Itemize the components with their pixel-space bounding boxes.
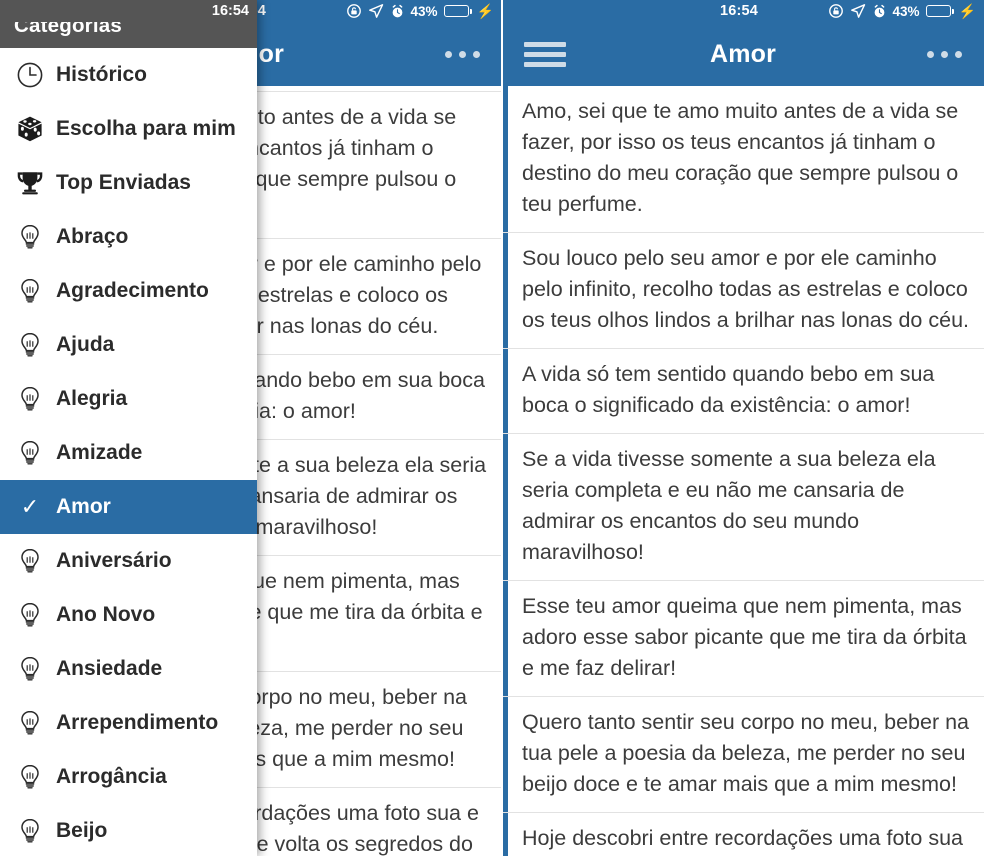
rotation-lock-icon [346,3,362,19]
drawer-item-label: Agradecimento [56,279,209,302]
drawer-item-label: Abraço [56,225,129,248]
drawer-item-top-enviadas[interactable]: Top Enviadas [0,156,257,210]
list-item[interactable]: Sou louco pelo seu amor e por ele caminh… [502,233,984,349]
panel-divider [501,0,503,856]
overflow-menu-icon[interactable] [920,50,962,58]
quote-text: Amo, sei que te amo muito antes de a vid… [522,99,959,216]
drawer-item-label: Ansiedade [56,657,163,680]
drawer-item-label: Amizade [56,441,143,464]
battery-icon [443,5,472,17]
battery-icon [925,5,954,17]
drawer-status-bar: 16:54 [0,0,257,22]
quote-text: Esse teu amor queima que nem pimenta, ma… [522,594,967,680]
list-item[interactable]: Esse teu amor queima que nem pimenta, ma… [502,581,984,697]
drawer-item-label: Ano Novo [56,603,156,626]
list-item[interactable]: Se a vida tivesse somente a sua beleza e… [502,434,984,581]
lightbulb-icon [8,655,52,683]
list-item[interactable]: Amo, sei que te amo muito antes de a vid… [502,86,984,233]
drawer-item-label: Top Enviadas [56,171,191,194]
drawer-item-historico[interactable]: Histórico [0,48,257,102]
drawer-item-label: Aniversário [56,549,172,572]
alarm-clock-icon [872,4,887,19]
lightbulb-icon [8,331,52,359]
drawer-item-amor[interactable]: ✓ Amor [0,480,257,534]
status-bar-right: 16:54 43% ⚡ [502,0,984,22]
location-arrow-icon [368,3,384,19]
list-item[interactable]: Quero tanto sentir seu corpo no meu, beb… [502,697,984,813]
lightbulb-icon [8,763,52,791]
list-item[interactable]: A vida só tem sentido quando bebo em sua… [502,349,984,434]
drawer-item-ano-novo[interactable]: Ano Novo [0,588,257,642]
lightbulb-icon [8,439,52,467]
drawer-item-aniversario[interactable]: Aniversário [0,534,257,588]
app-bar-right: Amor [502,22,984,86]
list-item[interactable]: Hoje descobri entre recordações uma foto… [502,813,984,856]
drawer-item-list[interactable]: Histórico Escolha para mim Top Enviadas Abr… [0,48,257,856]
clock-icon [8,61,52,89]
check-icon: ✓ [20,494,40,519]
quote-text: Quero tanto sentir seu corpo no meu, beb… [522,710,969,796]
drawer-item-label: Amor [56,495,111,518]
navigation-drawer[interactable]: 16:54 Categorias Histórico Escolha para m… [0,0,257,856]
drawer-item-label: Beijo [56,819,108,842]
status-bar-time: 16:54 [719,3,759,19]
quote-text: A vida só tem sentido quando bebo em sua… [522,362,935,417]
drawer-status-time: 16:54 [211,3,249,19]
drawer-item-ansiedade[interactable]: Ansiedade [0,642,257,696]
hamburger-icon[interactable] [524,37,566,72]
drawer-item-abraco[interactable]: Abraço [0,210,257,264]
screenshot-panel-left: 16:54 [0,0,502,856]
alarm-clock-icon [390,4,405,19]
rotation-lock-icon [828,3,844,19]
location-arrow-icon [850,3,866,19]
drawer-item-agradecimento[interactable]: Agradecimento [0,264,257,318]
charging-bolt-icon: ⚡ [476,3,494,19]
battery-percent-label: 43% [892,3,920,19]
drawer-item-label: Arrogância [56,765,167,788]
lightbulb-icon [8,385,52,413]
drawer-item-escolha-para-mim[interactable]: Escolha para mim [0,102,257,156]
quote-text: Hoje descobri entre recordações uma foto… [522,826,963,850]
lightbulb-icon [8,547,52,575]
drawer-item-ajuda[interactable]: Ajuda [0,318,257,372]
dice-icon [8,115,52,143]
drawer-item-label: Alegria [56,387,128,410]
drawer-item-amizade[interactable]: Amizade [0,426,257,480]
drawer-item-label: Histórico [56,63,148,86]
trophy-icon [8,169,52,197]
quote-text: Se a vida tivesse somente a sua beleza e… [522,447,936,564]
drawer-item-beijo[interactable]: Beijo [0,804,257,856]
drawer-item-arrependimento[interactable]: Arrependimento [0,696,257,750]
quote-text: Sou louco pelo seu amor e por ele caminh… [522,246,969,332]
drawer-item-label: Ajuda [56,333,115,356]
lightbulb-icon [8,817,52,845]
app-screen: 16:54 [0,0,984,856]
lightbulb-icon [8,223,52,251]
lightbulb-icon [8,709,52,737]
battery-percent-label: 43% [410,3,438,19]
drawer-item-alegria[interactable]: Alegria [0,372,257,426]
drawer-item-label: Arrependimento [56,711,219,734]
charging-bolt-icon: ⚡ [958,3,976,19]
page-title-right: Amor [709,39,777,68]
overflow-menu-icon[interactable] [438,50,480,58]
quote-list-right[interactable]: Amo, sei que te amo muito antes de a vid… [502,86,984,856]
drawer-item-arrogancia[interactable]: Arrogância [0,750,257,804]
drawer-item-label: Escolha para mim [56,117,236,140]
lightbulb-icon [8,601,52,629]
lightbulb-icon [8,277,52,305]
screenshot-panel-right: 16:54 43% ⚡ Amor Amo, sei que te amo mui… [502,0,984,856]
